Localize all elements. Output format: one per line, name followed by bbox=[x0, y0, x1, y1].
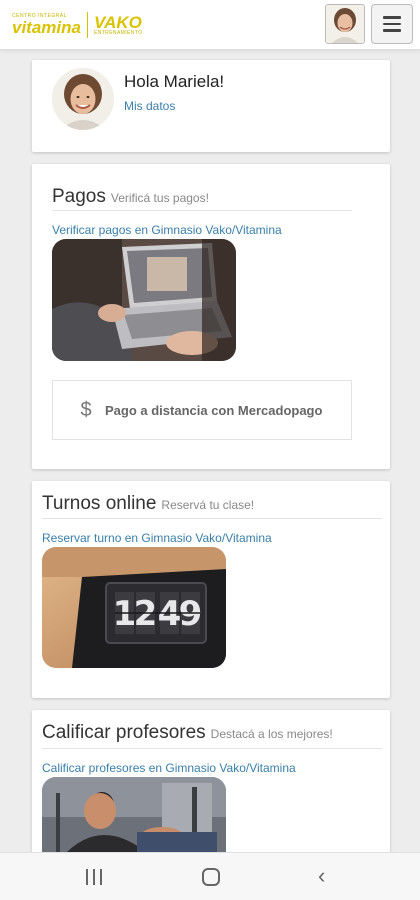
vitamina-logo-text: vitamina bbox=[12, 18, 81, 37]
pagos-photo[interactable] bbox=[52, 239, 236, 361]
recent-apps-icon[interactable] bbox=[86, 869, 102, 885]
mercadopago-button-label: Pago a distancia con Mercadopago bbox=[105, 402, 323, 418]
mis-datos-link[interactable]: Mis datos bbox=[124, 99, 175, 113]
greeting-text: Hola Mariela! bbox=[124, 72, 225, 91]
logo-divider bbox=[86, 12, 88, 38]
turnos-divider bbox=[42, 518, 382, 519]
app-header: CENTRO INTEGRAL vitamina VAKO ENTRENAMIE… bbox=[0, 0, 420, 50]
calificar-photo[interactable] bbox=[42, 777, 226, 857]
back-icon[interactable]: ‹ bbox=[318, 865, 325, 887]
user-avatar-icon bbox=[326, 5, 364, 43]
turnos-title: Turnos online Reservá tu clase! bbox=[42, 493, 254, 515]
clock-digit-4: 9 bbox=[179, 594, 203, 634]
brand-logo[interactable]: CENTRO INTEGRAL vitamina VAKO ENTRENAMIE… bbox=[12, 9, 142, 41]
gym-photo bbox=[42, 777, 226, 857]
header-avatar-button[interactable] bbox=[325, 4, 365, 44]
vako-logo-text: VAKO bbox=[93, 13, 142, 32]
profile-avatar[interactable] bbox=[52, 68, 114, 130]
mercadopago-button[interactable]: $ Pago a distancia con Mercadopago bbox=[52, 380, 352, 440]
pagos-title: Pagos Verificá tus pagos! bbox=[52, 186, 209, 208]
flip-clock-photo: 1 2 4 9 bbox=[42, 547, 226, 668]
calificar-heading: Calificar profesores bbox=[42, 722, 206, 743]
calificar-profesores-link[interactable]: Calificar profesores en Gimnasio Vako/Vi… bbox=[42, 761, 296, 775]
turnos-subtitle: Reservá tu clase! bbox=[161, 498, 255, 512]
turnos-heading: Turnos online bbox=[42, 493, 157, 514]
recent-bar bbox=[93, 869, 95, 885]
vitamina-logo: CENTRO INTEGRAL vitamina bbox=[12, 14, 81, 37]
verificar-pagos-link[interactable]: Verificar pagos en Gimnasio Vako/Vitamin… bbox=[52, 223, 282, 237]
calificar-divider bbox=[42, 748, 382, 749]
pagos-divider bbox=[52, 210, 352, 211]
pagos-subtitle: Verificá tus pagos! bbox=[110, 191, 209, 205]
profile-photo bbox=[52, 68, 114, 130]
calificar-title: Calificar profesores Destacá a los mejor… bbox=[42, 722, 333, 744]
hamburger-bar bbox=[383, 29, 401, 32]
system-navbar: ‹ bbox=[0, 852, 420, 900]
hamburger-menu-button[interactable] bbox=[371, 4, 413, 44]
calificar-subtitle: Destacá a los mejores! bbox=[210, 727, 333, 741]
home-icon[interactable] bbox=[202, 868, 220, 886]
hamburger-bar bbox=[383, 16, 401, 19]
hamburger-bar bbox=[383, 22, 401, 26]
dollar-icon: $ bbox=[80, 398, 92, 421]
profile-card: Hola Mariela! Mis datos bbox=[32, 60, 390, 152]
vako-logo: VAKO ENTRENAMIENTO bbox=[94, 14, 142, 36]
laptop-photo bbox=[52, 239, 236, 361]
pagos-heading: Pagos bbox=[52, 186, 106, 207]
vako-logo-tagline: ENTRENAMIENTO bbox=[93, 30, 143, 36]
recent-bar bbox=[86, 869, 88, 885]
turnos-photo[interactable]: 1 2 4 9 bbox=[42, 547, 226, 668]
reservar-turno-link[interactable]: Reservar turno en Gimnasio Vako/Vitamina bbox=[42, 531, 272, 545]
recent-bar bbox=[100, 869, 102, 885]
clock-digit-2: 2 bbox=[134, 594, 158, 634]
